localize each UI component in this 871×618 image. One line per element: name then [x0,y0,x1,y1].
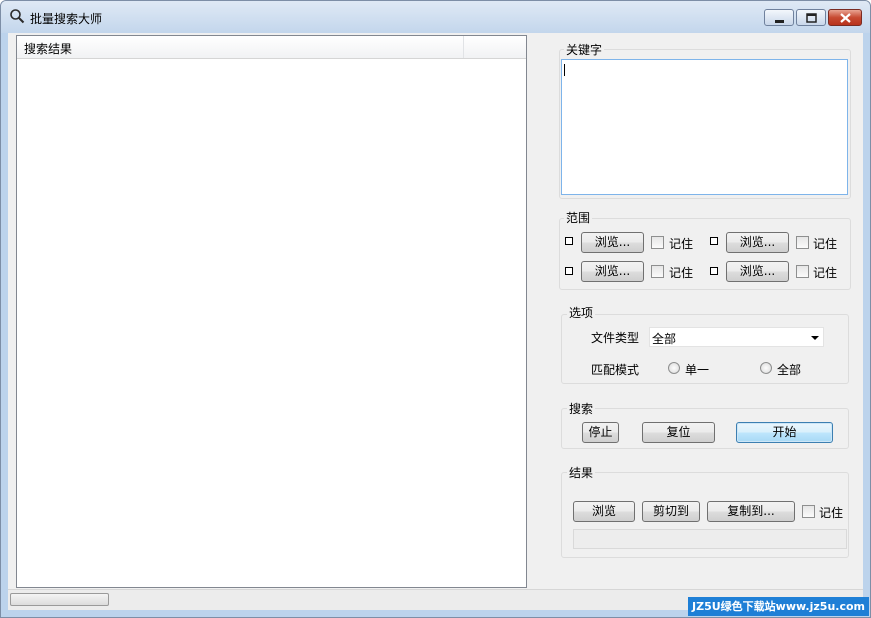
minimize-icon [775,20,784,23]
list-header: 搜索结果 [17,36,526,59]
scope-toggle-1[interactable] [565,237,573,245]
file-type-label: 文件类型 [591,331,640,345]
watermark-badge: JZ5U绿色下载站www.jz5u.com [688,597,869,616]
column-header-results[interactable]: 搜索结果 [17,36,464,58]
maximize-button[interactable] [796,9,826,26]
scope-browse-button-2[interactable]: 浏览... [726,232,789,253]
app-window: 批量搜索大师 搜索结果 关键字 范围 浏览... 记住 浏览... 记住 浏览.… [0,0,871,618]
stop-button[interactable]: 停止 [582,422,619,443]
file-type-select[interactable]: 全部 [649,327,824,347]
results-browse-button[interactable]: 浏览 [573,501,635,522]
scope-browse-button-1[interactable]: 浏览... [581,232,644,253]
keyword-label: 关键字 [564,41,605,58]
options-label: 选项 [567,304,596,321]
start-button[interactable]: 开始 [736,422,833,443]
scope-remember-label-2: 记住 [813,237,838,251]
results-label: 结果 [567,464,596,481]
column-header-label: 搜索结果 [24,42,73,56]
scope-browse-button-3[interactable]: 浏览... [581,261,644,282]
cut-to-button[interactable]: 剪切到 [642,501,700,522]
minimize-button[interactable] [764,9,794,26]
scope-remember-checkbox-3[interactable] [651,265,664,278]
scope-toggle-3[interactable] [565,267,573,275]
keyword-input[interactable] [561,59,848,195]
chevron-down-icon [811,336,819,340]
match-all-label: 全部 [777,363,802,377]
maximize-icon [806,13,817,23]
scrollbar-thumb[interactable] [10,593,109,606]
scope-label: 范围 [564,209,593,226]
scope-remember-checkbox-1[interactable] [651,236,664,249]
scope-toggle-2[interactable] [710,237,718,245]
match-mode-label: 匹配模式 [591,363,640,377]
close-button[interactable] [828,9,862,26]
client-area: 搜索结果 关键字 范围 浏览... 记住 浏览... 记住 浏览... 记住 浏… [8,33,863,610]
scope-toggle-4[interactable] [710,267,718,275]
close-icon [840,13,851,23]
reset-button[interactable]: 复位 [642,422,715,443]
scope-browse-button-4[interactable]: 浏览... [726,261,789,282]
scope-remember-label-1: 记住 [669,237,694,251]
copy-to-button[interactable]: 复制到... [707,501,795,522]
results-remember-checkbox[interactable] [802,505,815,518]
window-title: 批量搜索大师 [30,12,103,26]
result-status-field [573,529,847,549]
match-all-radio[interactable] [760,362,772,374]
scope-remember-label-4: 记住 [813,266,838,280]
match-single-radio[interactable] [668,362,680,374]
title-bar: 批量搜索大师 [1,1,870,33]
results-remember-label: 记住 [819,506,844,520]
file-type-value: 全部 [652,332,677,346]
text-caret [564,64,565,76]
search-label: 搜索 [567,400,596,417]
search-icon [10,9,25,24]
match-single-label: 单一 [685,363,710,377]
scope-remember-label-3: 记住 [669,266,694,280]
search-results-list[interactable]: 搜索结果 [16,35,527,588]
scope-remember-checkbox-4[interactable] [796,265,809,278]
scope-remember-checkbox-2[interactable] [796,236,809,249]
